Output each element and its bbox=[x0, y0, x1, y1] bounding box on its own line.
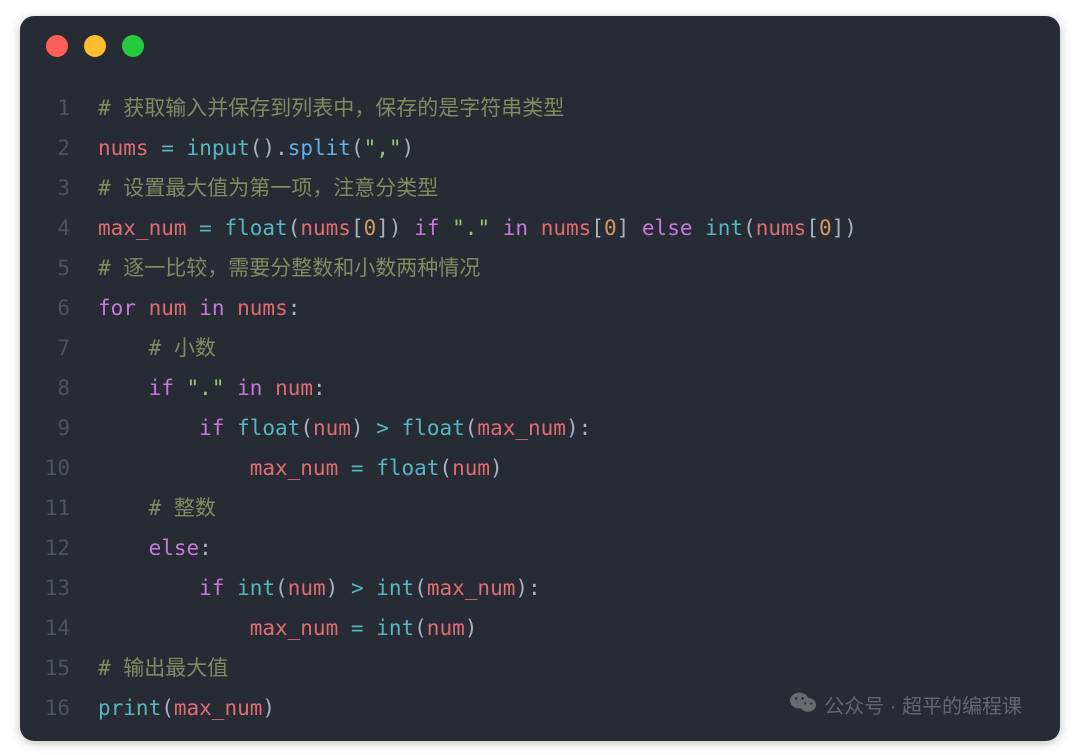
code-content[interactable]: if int(num) > int(max_num): bbox=[98, 568, 1060, 608]
code-content[interactable]: for num in nums: bbox=[98, 288, 1060, 328]
code-content[interactable]: # 获取输入并保存到列表中，保存的是字符串类型 bbox=[98, 88, 1060, 128]
code-line[interactable]: 5# 逐一比较，需要分整数和小数两种情况 bbox=[20, 248, 1060, 288]
code-line[interactable]: 15# 输出最大值 bbox=[20, 648, 1060, 688]
code-content[interactable]: max_num = float(num) bbox=[98, 448, 1060, 488]
window-titlebar bbox=[20, 16, 1060, 76]
zoom-icon[interactable] bbox=[122, 35, 144, 57]
line-number: 6 bbox=[20, 288, 98, 328]
code-content[interactable]: else: bbox=[98, 528, 1060, 568]
code-content[interactable]: nums = input().split(",") bbox=[98, 128, 1060, 168]
line-number: 16 bbox=[20, 688, 98, 728]
line-number: 1 bbox=[20, 88, 98, 128]
line-number: 11 bbox=[20, 488, 98, 528]
code-line[interactable]: 9 if float(num) > float(max_num): bbox=[20, 408, 1060, 448]
code-line[interactable]: 13 if int(num) > int(max_num): bbox=[20, 568, 1060, 608]
code-line[interactable]: 14 max_num = int(num) bbox=[20, 608, 1060, 648]
code-line[interactable]: 6for num in nums: bbox=[20, 288, 1060, 328]
line-number: 14 bbox=[20, 608, 98, 648]
code-line[interactable]: 16print(max_num) bbox=[20, 688, 1060, 728]
code-line[interactable]: 10 max_num = float(num) bbox=[20, 448, 1060, 488]
code-content[interactable]: max_num = int(num) bbox=[98, 608, 1060, 648]
line-number: 4 bbox=[20, 208, 98, 248]
minimize-icon[interactable] bbox=[84, 35, 106, 57]
code-content[interactable]: # 小数 bbox=[98, 328, 1060, 368]
code-line[interactable]: 12 else: bbox=[20, 528, 1060, 568]
code-content[interactable]: if float(num) > float(max_num): bbox=[98, 408, 1060, 448]
code-content[interactable]: # 整数 bbox=[98, 488, 1060, 528]
line-number: 10 bbox=[20, 448, 98, 488]
line-number: 7 bbox=[20, 328, 98, 368]
editor-window: 1# 获取输入并保存到列表中，保存的是字符串类型2nums = input().… bbox=[20, 16, 1060, 741]
code-line[interactable]: 2nums = input().split(",") bbox=[20, 128, 1060, 168]
code-content[interactable]: print(max_num) bbox=[98, 688, 1060, 728]
code-line[interactable]: 1# 获取输入并保存到列表中，保存的是字符串类型 bbox=[20, 88, 1060, 128]
code-line[interactable]: 11 # 整数 bbox=[20, 488, 1060, 528]
code-content[interactable]: # 设置最大值为第一项，注意分类型 bbox=[98, 168, 1060, 208]
line-number: 13 bbox=[20, 568, 98, 608]
code-line[interactable]: 4max_num = float(nums[0]) if "." in nums… bbox=[20, 208, 1060, 248]
code-content[interactable]: max_num = float(nums[0]) if "." in nums[… bbox=[98, 208, 1060, 248]
code-area[interactable]: 1# 获取输入并保存到列表中，保存的是字符串类型2nums = input().… bbox=[20, 76, 1060, 728]
line-number: 15 bbox=[20, 648, 98, 688]
line-number: 9 bbox=[20, 408, 98, 448]
line-number: 8 bbox=[20, 368, 98, 408]
code-content[interactable]: # 逐一比较，需要分整数和小数两种情况 bbox=[98, 248, 1060, 288]
line-number: 5 bbox=[20, 248, 98, 288]
code-content[interactable]: # 输出最大值 bbox=[98, 648, 1060, 688]
line-number: 3 bbox=[20, 168, 98, 208]
code-line[interactable]: 3# 设置最大值为第一项，注意分类型 bbox=[20, 168, 1060, 208]
close-icon[interactable] bbox=[46, 35, 68, 57]
code-content[interactable]: if "." in num: bbox=[98, 368, 1060, 408]
line-number: 2 bbox=[20, 128, 98, 168]
code-line[interactable]: 8 if "." in num: bbox=[20, 368, 1060, 408]
code-line[interactable]: 7 # 小数 bbox=[20, 328, 1060, 368]
line-number: 12 bbox=[20, 528, 98, 568]
